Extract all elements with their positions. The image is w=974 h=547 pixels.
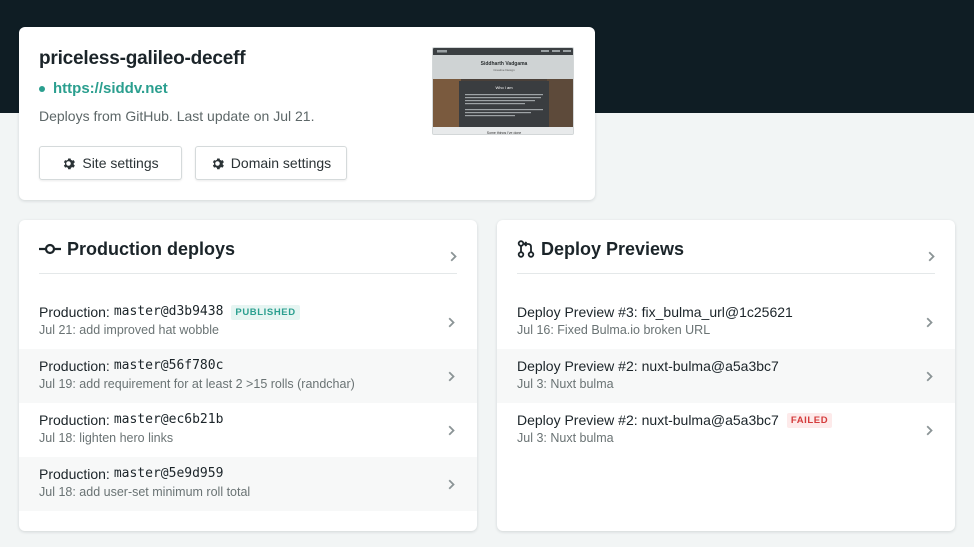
deploy-kind: Production: xyxy=(39,466,110,482)
deploy-row[interactable]: Deploy Preview #3: fix_bulma_url@1c25621 J… xyxy=(497,295,955,349)
deploy-kind: Deploy Preview #3: xyxy=(517,304,638,320)
deploy-commit-message: Jul 16: Fixed Bulma.io broken URL xyxy=(517,323,711,337)
deploy-row-title: Deploy Preview #2: nuxt-bulma@a5a3bc7 FAIL… xyxy=(517,411,935,429)
deploy-kind: Production: xyxy=(39,412,110,428)
domain-settings-button[interactable]: Domain settings xyxy=(195,146,347,180)
chevron-right-icon xyxy=(928,249,935,267)
deploy-row[interactable]: Production: master@56f780c Jul 19: add req… xyxy=(19,349,477,403)
deploy-previews-list: Deploy Preview #3: fix_bulma_url@1c25621 J… xyxy=(497,295,955,457)
deploy-kind: Deploy Preview #2: xyxy=(517,358,638,374)
site-url-text: https://siddv.net xyxy=(53,80,168,97)
status-badge: PUBLISHED xyxy=(231,304,300,320)
deploy-previews-card: Deploy Previews Deploy Preview #3: fix_bu… xyxy=(497,220,955,531)
thumb-section-title: Who I am xyxy=(495,85,513,90)
site-overview-card: priceless-galileo-deceff https://siddv.n… xyxy=(19,27,595,200)
deploy-commit-message: Jul 3: Nuxt bulma xyxy=(517,377,614,391)
site-settings-button[interactable]: Site settings xyxy=(39,146,182,180)
status-dot-icon xyxy=(39,85,45,92)
deploy-ref: fix_bulma_url@1c25621 xyxy=(641,304,793,320)
deploy-commit-message: Jul 19: add requirement for at least 2 >… xyxy=(39,377,355,391)
deploy-kind: Production: xyxy=(39,304,110,320)
chevron-right-icon xyxy=(926,315,933,333)
site-url-link[interactable]: https://siddv.net xyxy=(39,80,168,97)
chevron-right-icon xyxy=(450,249,457,267)
chevron-right-icon xyxy=(926,423,933,441)
chevron-right-icon xyxy=(448,477,455,495)
deploy-row-title: Production: master@ec6b21b xyxy=(39,411,457,429)
gear-icon xyxy=(211,157,224,170)
chevron-right-icon xyxy=(448,369,455,387)
deploy-row-title: Production: master@56f780c xyxy=(39,357,457,375)
deploy-row-title: Production: master@5e9d959 xyxy=(39,465,457,483)
deploy-row[interactable]: Production: master@ec6b21b Jul 18: lighten… xyxy=(19,403,477,457)
site-settings-label: Site settings xyxy=(82,155,159,171)
pull-request-icon xyxy=(517,238,535,260)
deploy-previews-title: Deploy Previews xyxy=(541,239,685,259)
deploy-row-title: Production: master@d3b9438 PUBLISHED xyxy=(39,303,457,321)
deploy-ref: nuxt-bulma@a5a3bc7 xyxy=(641,412,779,428)
deploy-row[interactable]: Deploy Preview #2: nuxt-bulma@a5a3bc7 Jul … xyxy=(497,349,955,403)
site-name: priceless-galileo-deceff xyxy=(39,48,246,69)
deploy-row[interactable]: Production: master@d3b9438 PUBLISHED Jul 21… xyxy=(19,295,477,349)
deploy-commit-message: Jul 18: lighten hero links xyxy=(39,431,174,445)
deploy-previews-header[interactable]: Deploy Previews xyxy=(517,238,935,274)
site-preview-thumbnail[interactable]: Siddharth Vadgama Creative Design Who I … xyxy=(432,47,574,135)
deploy-kind: Production: xyxy=(39,358,110,374)
deploy-kind: Deploy Preview #2: xyxy=(517,412,638,428)
thumb-footer-text: Some things I've done xyxy=(487,131,522,135)
deploy-row-title: Deploy Preview #2: nuxt-bulma@a5a3bc7 xyxy=(517,357,935,375)
gear-icon xyxy=(62,157,76,170)
deploy-ref: master@5e9d959 xyxy=(113,466,224,481)
status-badge: FAILED xyxy=(786,412,833,428)
deploy-commit-message: Jul 21: add improved hat wobble xyxy=(39,323,219,337)
production-deploys-title: Production deploys xyxy=(67,239,236,259)
commit-icon xyxy=(39,238,61,260)
chevron-right-icon xyxy=(926,369,933,387)
thumb-heading: Siddharth Vadgama xyxy=(481,61,528,67)
thumb-subheading: Creative Design xyxy=(493,68,515,72)
chevron-right-icon xyxy=(448,315,455,333)
production-deploys-list: Production: master@d3b9438 PUBLISHED Jul 21… xyxy=(19,295,477,511)
deploy-row[interactable]: Production: master@5e9d959 Jul 18: add use… xyxy=(19,457,477,511)
deploy-ref: master@56f780c xyxy=(113,358,224,373)
domain-settings-label: Domain settings xyxy=(230,155,332,171)
chevron-right-icon xyxy=(448,423,455,441)
deploy-ref: nuxt-bulma@a5a3bc7 xyxy=(641,358,779,374)
production-deploys-card: Production deploys Production: master@d3b… xyxy=(19,220,477,531)
deploy-ref: master@ec6b21b xyxy=(113,412,224,427)
deploy-commit-message: Jul 18: add user-set minimum roll total xyxy=(39,485,251,499)
deploy-ref: master@d3b9438 xyxy=(113,304,224,319)
deploy-row-title: Deploy Preview #3: fix_bulma_url@1c25621 xyxy=(517,303,935,321)
deploy-row[interactable]: Deploy Preview #2: nuxt-bulma@a5a3bc7 FAIL… xyxy=(497,403,955,457)
production-deploys-header[interactable]: Production deploys xyxy=(39,238,457,274)
deploy-commit-message: Jul 3: Nuxt bulma xyxy=(517,431,614,445)
site-deploy-meta: Deploys from GitHub. Last update on Jul … xyxy=(39,108,315,124)
